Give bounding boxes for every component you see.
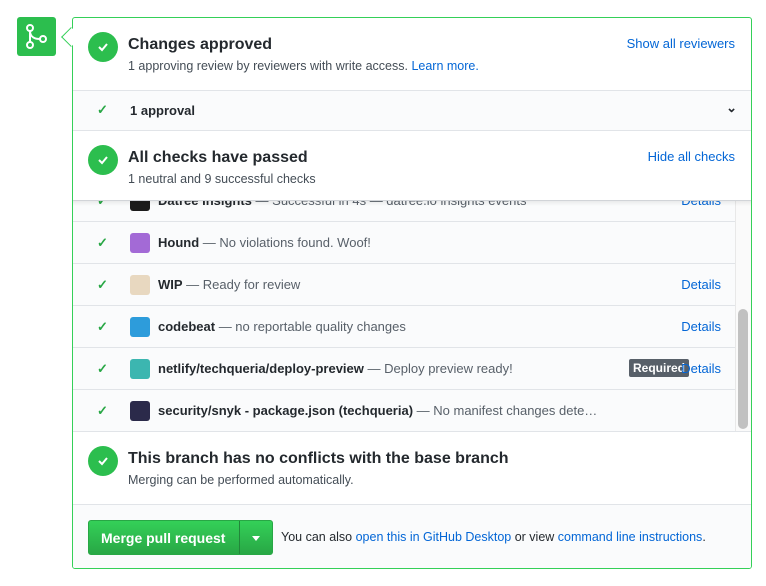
scrollbar-thumb[interactable] [738, 309, 748, 429]
chevron-down-icon[interactable]: ⌄ [726, 100, 737, 116]
footer-text: You can also open this in GitHub Desktop… [281, 530, 706, 544]
command-line-link[interactable]: command line instructions [558, 530, 703, 544]
merge-footer: Merge pull request You can also open thi… [73, 504, 751, 568]
netlify-icon [130, 359, 150, 379]
check-circle-icon [88, 145, 118, 175]
hide-all-checks-link[interactable]: Hide all checks [648, 149, 735, 164]
github-desktop-link[interactable]: open this in GitHub Desktop [356, 530, 512, 544]
check-circle-icon [88, 32, 118, 62]
check-row: ✓ netlify/techqueria/deploy-preview — De… [73, 348, 737, 390]
details-link[interactable]: Details [681, 361, 721, 376]
check-row: ✓ security/snyk - package.json (techquer… [73, 390, 737, 431]
details-link[interactable]: Details [681, 277, 721, 292]
scrollbar[interactable] [735, 201, 751, 431]
check-text: codebeat — no reportable quality changes [158, 319, 406, 334]
checks-list: ✓ Datree Insights — Successful in 4s — d… [73, 200, 751, 431]
approved-subtitle: 1 approving review by reviewers with wri… [128, 59, 479, 73]
check-text: netlify/techqueria/deploy-preview — Depl… [158, 361, 513, 376]
show-all-reviewers-link[interactable]: Show all reviewers [627, 36, 735, 51]
check-text: security/snyk - package.json (techqueria… [158, 403, 598, 418]
branch-subtitle: Merging can be performed automatically. [128, 473, 354, 487]
codebeat-icon [130, 317, 150, 337]
branch-section: This branch has no conflicts with the ba… [73, 431, 751, 504]
checks-title: All checks have passed [128, 149, 308, 166]
check-row: ✓ WIP — Ready for review Details [73, 264, 737, 306]
check-row: ✓ codebeat — no reportable quality chang… [73, 306, 737, 348]
approved-title: Changes approved [128, 36, 273, 53]
required-badge: Required [628, 359, 689, 377]
checks-section: All checks have passed 1 neutral and 9 s… [73, 130, 751, 200]
wip-icon [130, 275, 150, 295]
check-circle-icon [88, 446, 118, 476]
snyk-icon [130, 401, 150, 421]
merge-label: Merge pull request [101, 530, 226, 546]
check-icon: ✓ [97, 102, 108, 117]
check-icon: ✓ [97, 277, 108, 292]
hound-icon [130, 233, 150, 253]
check-row: ✓ Hound — No violations found. Woof! [73, 222, 737, 264]
check-text: Hound — No violations found. Woof! [158, 235, 371, 250]
check-icon: ✓ [97, 235, 108, 250]
approval-row[interactable]: ✓ 1 approval ⌄ [73, 90, 751, 130]
check-text: WIP — Ready for review [158, 277, 301, 292]
git-merge-icon [17, 17, 56, 56]
check-icon: ✓ [97, 361, 108, 376]
check-icon: ✓ [97, 403, 108, 418]
approved-section: Changes approved 1 approving review by r… [73, 18, 751, 90]
merge-options-dropdown[interactable] [239, 521, 272, 554]
learn-more-link[interactable]: Learn more. [411, 59, 478, 73]
checks-subtitle: 1 neutral and 9 successful checks [128, 172, 316, 186]
check-icon: ✓ [97, 319, 108, 334]
approval-label: 1 approval [130, 103, 196, 118]
merge-pull-request-button[interactable]: Merge pull request [88, 520, 273, 555]
merge-status-box: Changes approved 1 approving review by r… [72, 17, 752, 569]
list-shadow [73, 200, 751, 206]
details-link[interactable]: Details [681, 319, 721, 334]
branch-title: This branch has no conflicts with the ba… [128, 450, 509, 467]
